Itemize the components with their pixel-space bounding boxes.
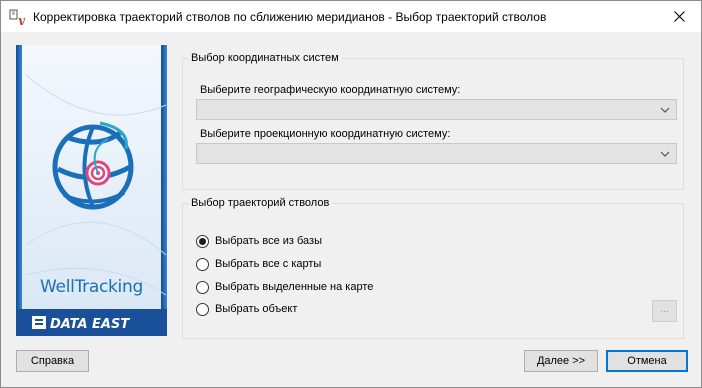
radio-select-all-map[interactable]: Выбрать все с карты [196, 256, 321, 272]
wellpath-app-icon: y [9, 9, 26, 25]
proj-crs-label: Выберите проекционную координатную систе… [200, 128, 451, 140]
trajectory-selection-title: Выбор траекторий стволов [188, 197, 333, 209]
proj-crs-dropdown[interactable] [196, 143, 677, 164]
radio-label: Выбрать выделенные на карте [215, 281, 374, 293]
radio-select-all-db[interactable]: Выбрать все из базы [196, 233, 322, 249]
close-icon [673, 11, 685, 22]
close-button[interactable] [657, 1, 701, 32]
svg-text:y: y [17, 14, 26, 25]
radio-label: Выбрать объект [215, 303, 298, 315]
radio-button[interactable] [196, 280, 209, 294]
radio-button[interactable] [196, 257, 209, 271]
data-east-wordmark: DATA EAST [50, 317, 130, 331]
globe-target-logo [52, 121, 134, 210]
radio-button-selected[interactable] [196, 234, 209, 248]
chevron-down-icon [660, 107, 670, 113]
radio-label: Выбрать все с карты [215, 258, 322, 270]
coordinate-systems-title: Выбор координатных систем [188, 52, 342, 64]
browse-object-button[interactable]: ... [652, 300, 677, 322]
radio-label: Выбрать все из базы [215, 235, 322, 247]
cancel-button[interactable]: Отмена [606, 350, 688, 372]
welltracking-brand: WellTracking [40, 277, 143, 297]
vendor-footer: DATA EAST [16, 309, 167, 336]
welltracking-banner: WellTracking DATA EAST [16, 45, 167, 336]
radio-button[interactable] [196, 302, 209, 316]
coordinate-systems-group: Выбор координатных систем [182, 52, 684, 190]
title-bar: y Корректировка траекторий стволов по сб… [1, 1, 701, 32]
window-title: Корректировка траекторий стволов по сбли… [33, 10, 547, 24]
data-east-logo: DATA EAST [32, 316, 130, 331]
geo-crs-dropdown[interactable] [196, 99, 677, 120]
next-button[interactable]: Далее >> [524, 350, 598, 372]
dialog-window: y Корректировка траекторий стволов по сб… [0, 0, 702, 388]
radio-select-object[interactable]: Выбрать объект [196, 301, 297, 317]
geo-crs-label: Выберите географическую координатную сис… [200, 84, 461, 96]
radio-select-highlighted[interactable]: Выбрать выделенные на карте [196, 279, 373, 295]
help-button[interactable]: Справка [16, 350, 89, 372]
chevron-down-icon [660, 151, 670, 157]
